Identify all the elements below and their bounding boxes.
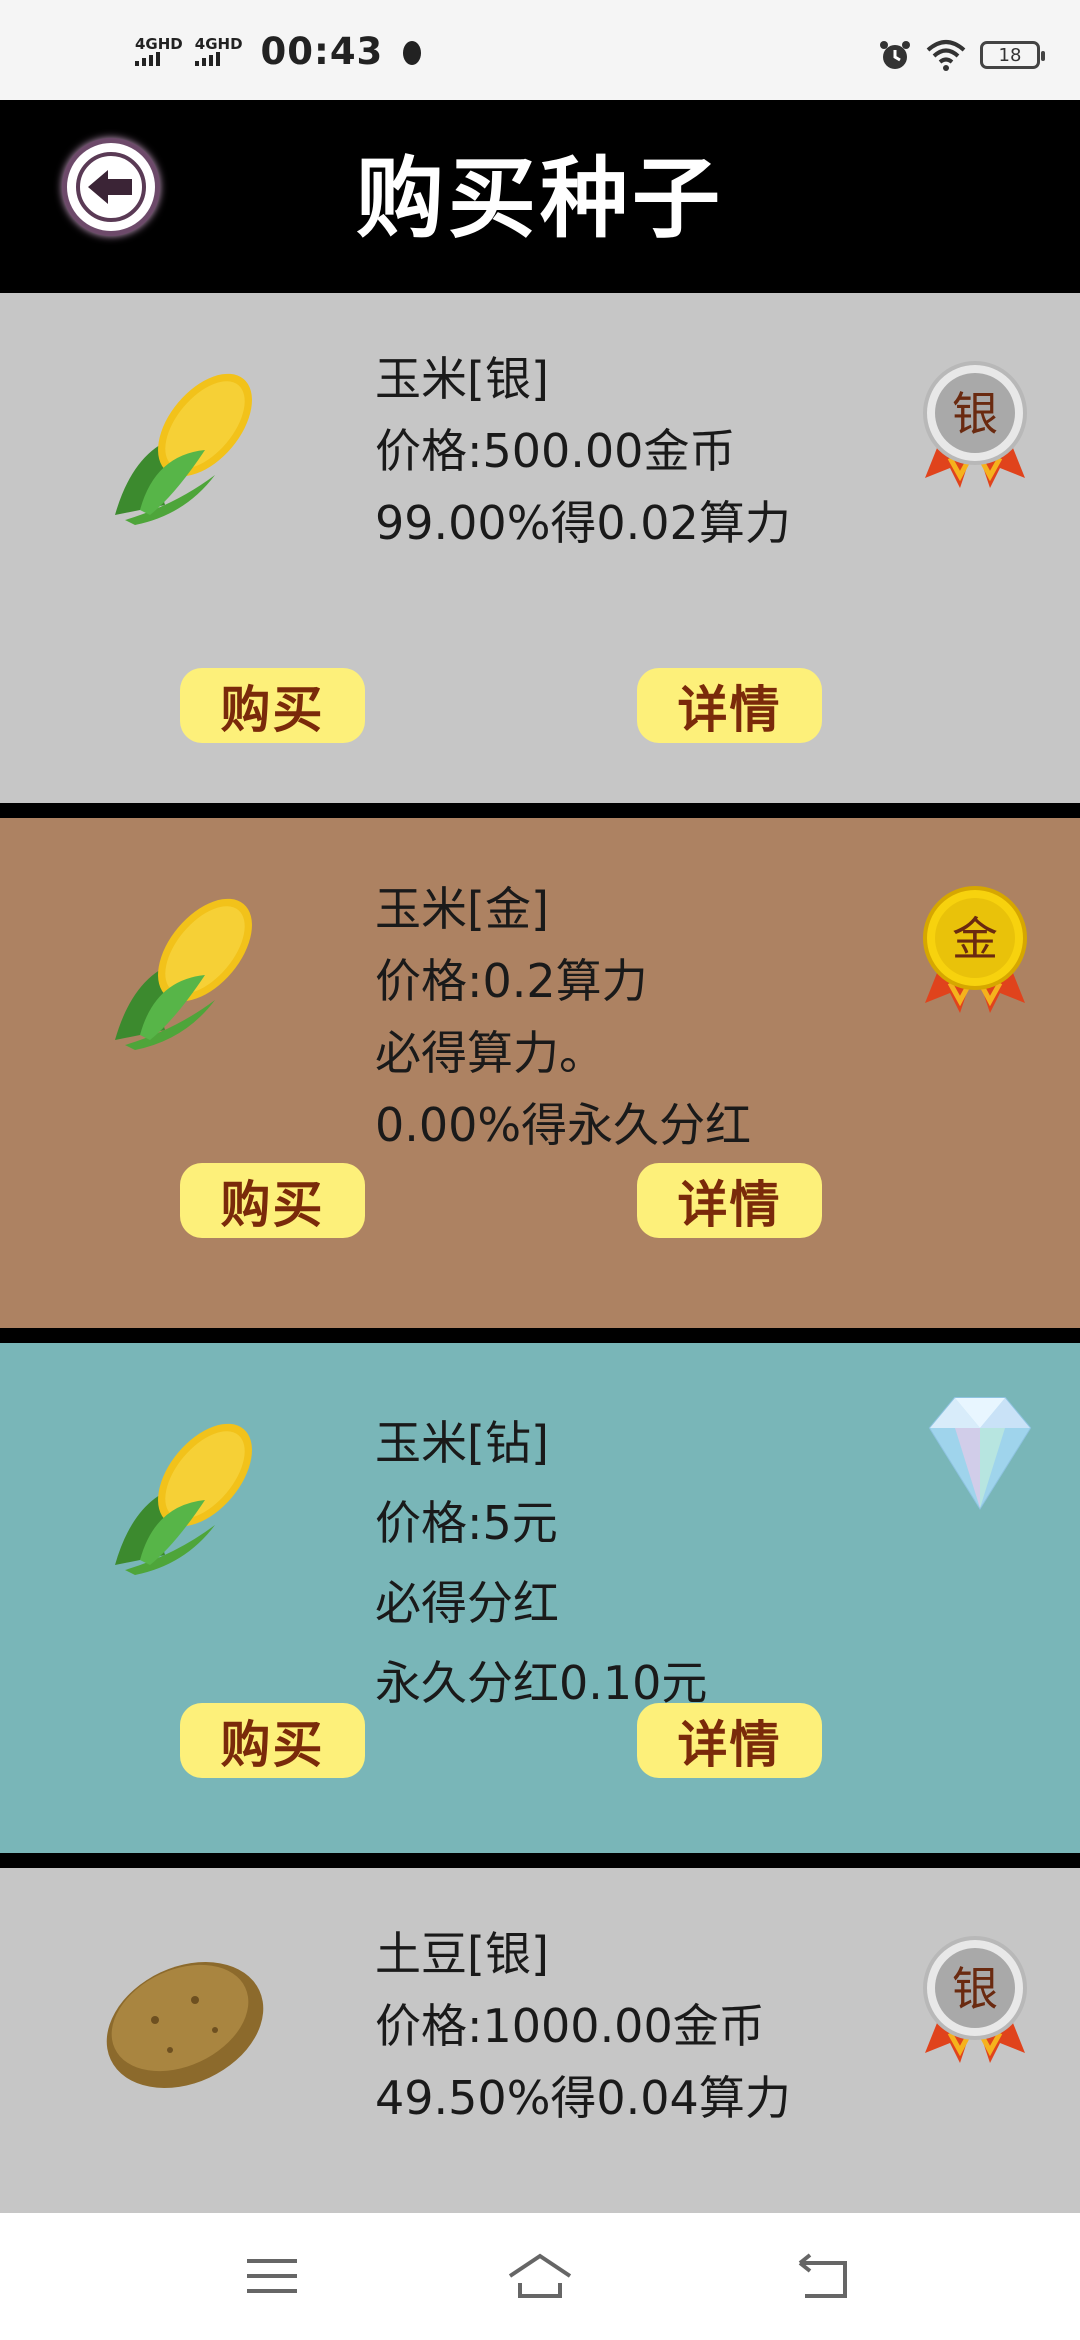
seed-name: 玉米[金] (375, 882, 549, 936)
buy-button[interactable]: 购买 (180, 1163, 365, 1238)
seed-price: 价格:500.00金币 (375, 424, 736, 478)
seed-name: 玉米[钻] (375, 1416, 549, 1470)
seed-card-potato-silver: 土豆[银] 价格:1000.00金币 49.50%得0.04算力 银 (0, 1868, 1080, 2213)
seed-info: 土豆[银] 价格:1000.00金币 49.50%得0.04算力 (375, 1918, 791, 2134)
battery-icon: 18 (980, 41, 1045, 69)
seed-card-corn-silver: 玉米[银] 价格:500.00金币 99.00%得0.02算力 银 购买 详情 (0, 293, 1080, 803)
seed-price: 价格:0.2算力 (375, 954, 648, 1008)
signal-icon-2: 4GHD (194, 35, 243, 66)
battery-level: 18 (998, 44, 1022, 66)
home-icon[interactable] (505, 2251, 575, 2301)
silver-medal-icon: 银 (923, 361, 1027, 488)
page-title: 购买种子 (355, 147, 724, 250)
corn-icon (115, 373, 252, 525)
network-type-2: 4GHD (194, 35, 243, 53)
detail-button[interactable]: 详情 (637, 668, 822, 743)
gold-medal-icon: 金 (923, 886, 1027, 1013)
buy-button[interactable]: 购买 (180, 668, 365, 743)
back-nav-icon[interactable] (790, 2251, 860, 2301)
seed-info: 玉米[金] 价格:0.2算力 必得算力。 0.00%得永久分红 (375, 873, 751, 1161)
corn-icon (115, 1423, 252, 1575)
detail-button[interactable]: 详情 (637, 1163, 822, 1238)
corn-icon (115, 898, 252, 1050)
seed-card-corn-gold: 玉米[金] 价格:0.2算力 必得算力。 0.00%得永久分红 金 购买 详情 (0, 818, 1080, 1328)
seed-name: 土豆[银] (375, 1927, 549, 1981)
status-right: 18 (878, 38, 1045, 72)
medal-label: 银 (952, 1962, 998, 2016)
qq-penguin-icon (403, 40, 422, 65)
seed-chance: 99.00%得0.02算力 (375, 496, 791, 550)
menu-icon[interactable] (237, 2251, 307, 2301)
medal-label: 银 (952, 387, 998, 441)
seed-note: 必得分红 (375, 1576, 559, 1630)
app-header: 购买种子 (0, 100, 1080, 293)
clock: 00:43 (260, 30, 384, 73)
diamond-icon (928, 1397, 1032, 1510)
seed-note: 必得算力。 (375, 1026, 605, 1080)
seed-info: 玉米[银] 价格:500.00金币 99.00%得0.02算力 (375, 343, 791, 559)
medal-label: 金 (952, 912, 998, 966)
status-bar: 4GHD 4GHD 00:43 18 (0, 0, 1080, 100)
seed-chance: 0.00%得永久分红 (375, 1098, 752, 1152)
silver-medal-icon: 银 (923, 1936, 1027, 2063)
alarm-icon (880, 41, 910, 69)
status-left: 4GHD 4GHD 00:43 (135, 30, 423, 73)
signal-icon: 4GHD (135, 37, 183, 66)
wifi-icon (926, 40, 966, 71)
seed-info: 玉米[钻] 价格:5元 必得分红 永久分红0.10元 (375, 1403, 707, 1723)
detail-button[interactable]: 详情 (637, 1703, 822, 1778)
seed-chance: 49.50%得0.04算力 (375, 2071, 791, 2125)
seed-price: 价格:5元 (375, 1496, 558, 1550)
network-type: 4GHD (135, 35, 183, 53)
system-nav-bar (0, 2213, 1080, 2340)
buy-button[interactable]: 购买 (180, 1703, 365, 1778)
seed-name: 玉米[银] (375, 352, 549, 406)
seed-card-corn-diamond: 玉米[钻] 价格:5元 必得分红 永久分红0.10元 购买 详情 (0, 1343, 1080, 1853)
seed-price: 价格:1000.00金币 (375, 1999, 765, 2053)
potato-icon (106, 1962, 264, 2088)
